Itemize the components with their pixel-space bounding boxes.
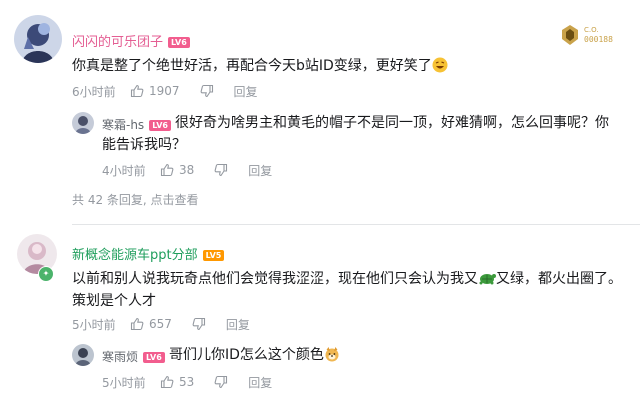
reply-count: 共 42 条回复, <box>72 193 147 207</box>
reply-content: 很好奇为啥男主和黄毛的帽子不是同一顶，好难猜啊，怎么回事呢？你能告诉我吗？ <box>102 115 609 153</box>
comment-time: 5小时前 <box>72 317 116 332</box>
reply-button[interactable]: 回复 <box>226 316 250 333</box>
avatar-image <box>72 344 94 366</box>
reply-time: 5小时前 <box>102 375 146 390</box>
like-count: 38 <box>179 163 195 177</box>
comment-time: 6小时前 <box>72 84 116 99</box>
comment-meta: 5小时前 657 回复 <box>72 316 250 332</box>
reply-avatar[interactable] <box>72 112 94 134</box>
like-button[interactable]: 38 <box>160 163 194 177</box>
thumbs-up-icon <box>130 317 144 331</box>
dislike-button[interactable] <box>200 84 214 98</box>
comment-username[interactable]: 闪闪的可乐团子 LV6 <box>72 31 190 50</box>
thumbs-up-icon <box>160 375 174 389</box>
level-badge: LV6 <box>168 37 190 48</box>
comment-content: 以前和别人说我玩奇点他们会觉得我涩涩，现在他们只会认为我又 又绿，都火出圈了。策划… <box>72 271 622 309</box>
reply-meta: 5小时前 53 回复 <box>102 374 272 390</box>
view-replies-link[interactable]: 点击查看 <box>151 193 199 207</box>
reply-summary: 共 42 条回复, 点击查看 <box>72 191 199 208</box>
fan-badge: C.O. 000188 <box>560 24 613 46</box>
like-button[interactable]: 1907 <box>130 84 180 98</box>
reply-content: 哥们儿你ID怎么这个颜色 <box>169 344 340 366</box>
dislike-button[interactable] <box>192 317 206 331</box>
reply-time: 4小时前 <box>102 163 146 178</box>
thumbs-down-icon <box>200 84 213 98</box>
laughing-emoji-icon <box>432 57 448 73</box>
medal-icon <box>562 25 578 45</box>
like-button[interactable]: 53 <box>160 375 194 389</box>
comment-meta: 6小时前 1907 回复 <box>72 83 258 99</box>
doge-emoji-icon <box>325 347 339 362</box>
reply-button[interactable]: 回复 <box>248 162 272 179</box>
level-badge: LV6 <box>143 352 165 363</box>
comment-username[interactable]: 新概念能源车ppt分部 LV5 <box>72 244 225 263</box>
avatar[interactable] <box>14 15 62 63</box>
level-badge: LV5 <box>202 250 225 261</box>
decoration-badge: ✦ <box>38 266 54 282</box>
avatar-image <box>14 15 62 63</box>
reply-meta: 4小时前 38 回复 <box>102 162 272 178</box>
like-count: 657 <box>149 317 172 331</box>
avatar-image <box>72 112 94 134</box>
reply-avatar[interactable] <box>72 344 94 366</box>
reply-username[interactable]: 寒雨烦 LV6 <box>102 348 165 365</box>
leaf-icon: ✦ <box>42 269 50 278</box>
like-count: 53 <box>179 375 195 389</box>
thumbs-up-icon <box>160 163 174 177</box>
comment-divider <box>72 224 640 225</box>
thumbs-up-icon <box>130 84 144 98</box>
dislike-button[interactable] <box>214 163 228 177</box>
reply-button[interactable]: 回复 <box>234 83 258 100</box>
reply-button[interactable]: 回复 <box>248 374 272 391</box>
thumbs-down-icon <box>214 163 228 177</box>
comment-content: 你真是整了个绝世好活，再配合今天b站ID变绿，更好笑了 <box>72 55 617 77</box>
dislike-button[interactable] <box>214 375 228 389</box>
thumbs-down-icon <box>192 317 205 331</box>
green-turtle-emoji-icon <box>479 274 496 285</box>
fan-badge-number: 000188 <box>584 35 613 44</box>
like-count: 1907 <box>149 84 180 98</box>
thumbs-down-icon <box>214 375 228 389</box>
like-button[interactable]: 657 <box>130 317 172 331</box>
